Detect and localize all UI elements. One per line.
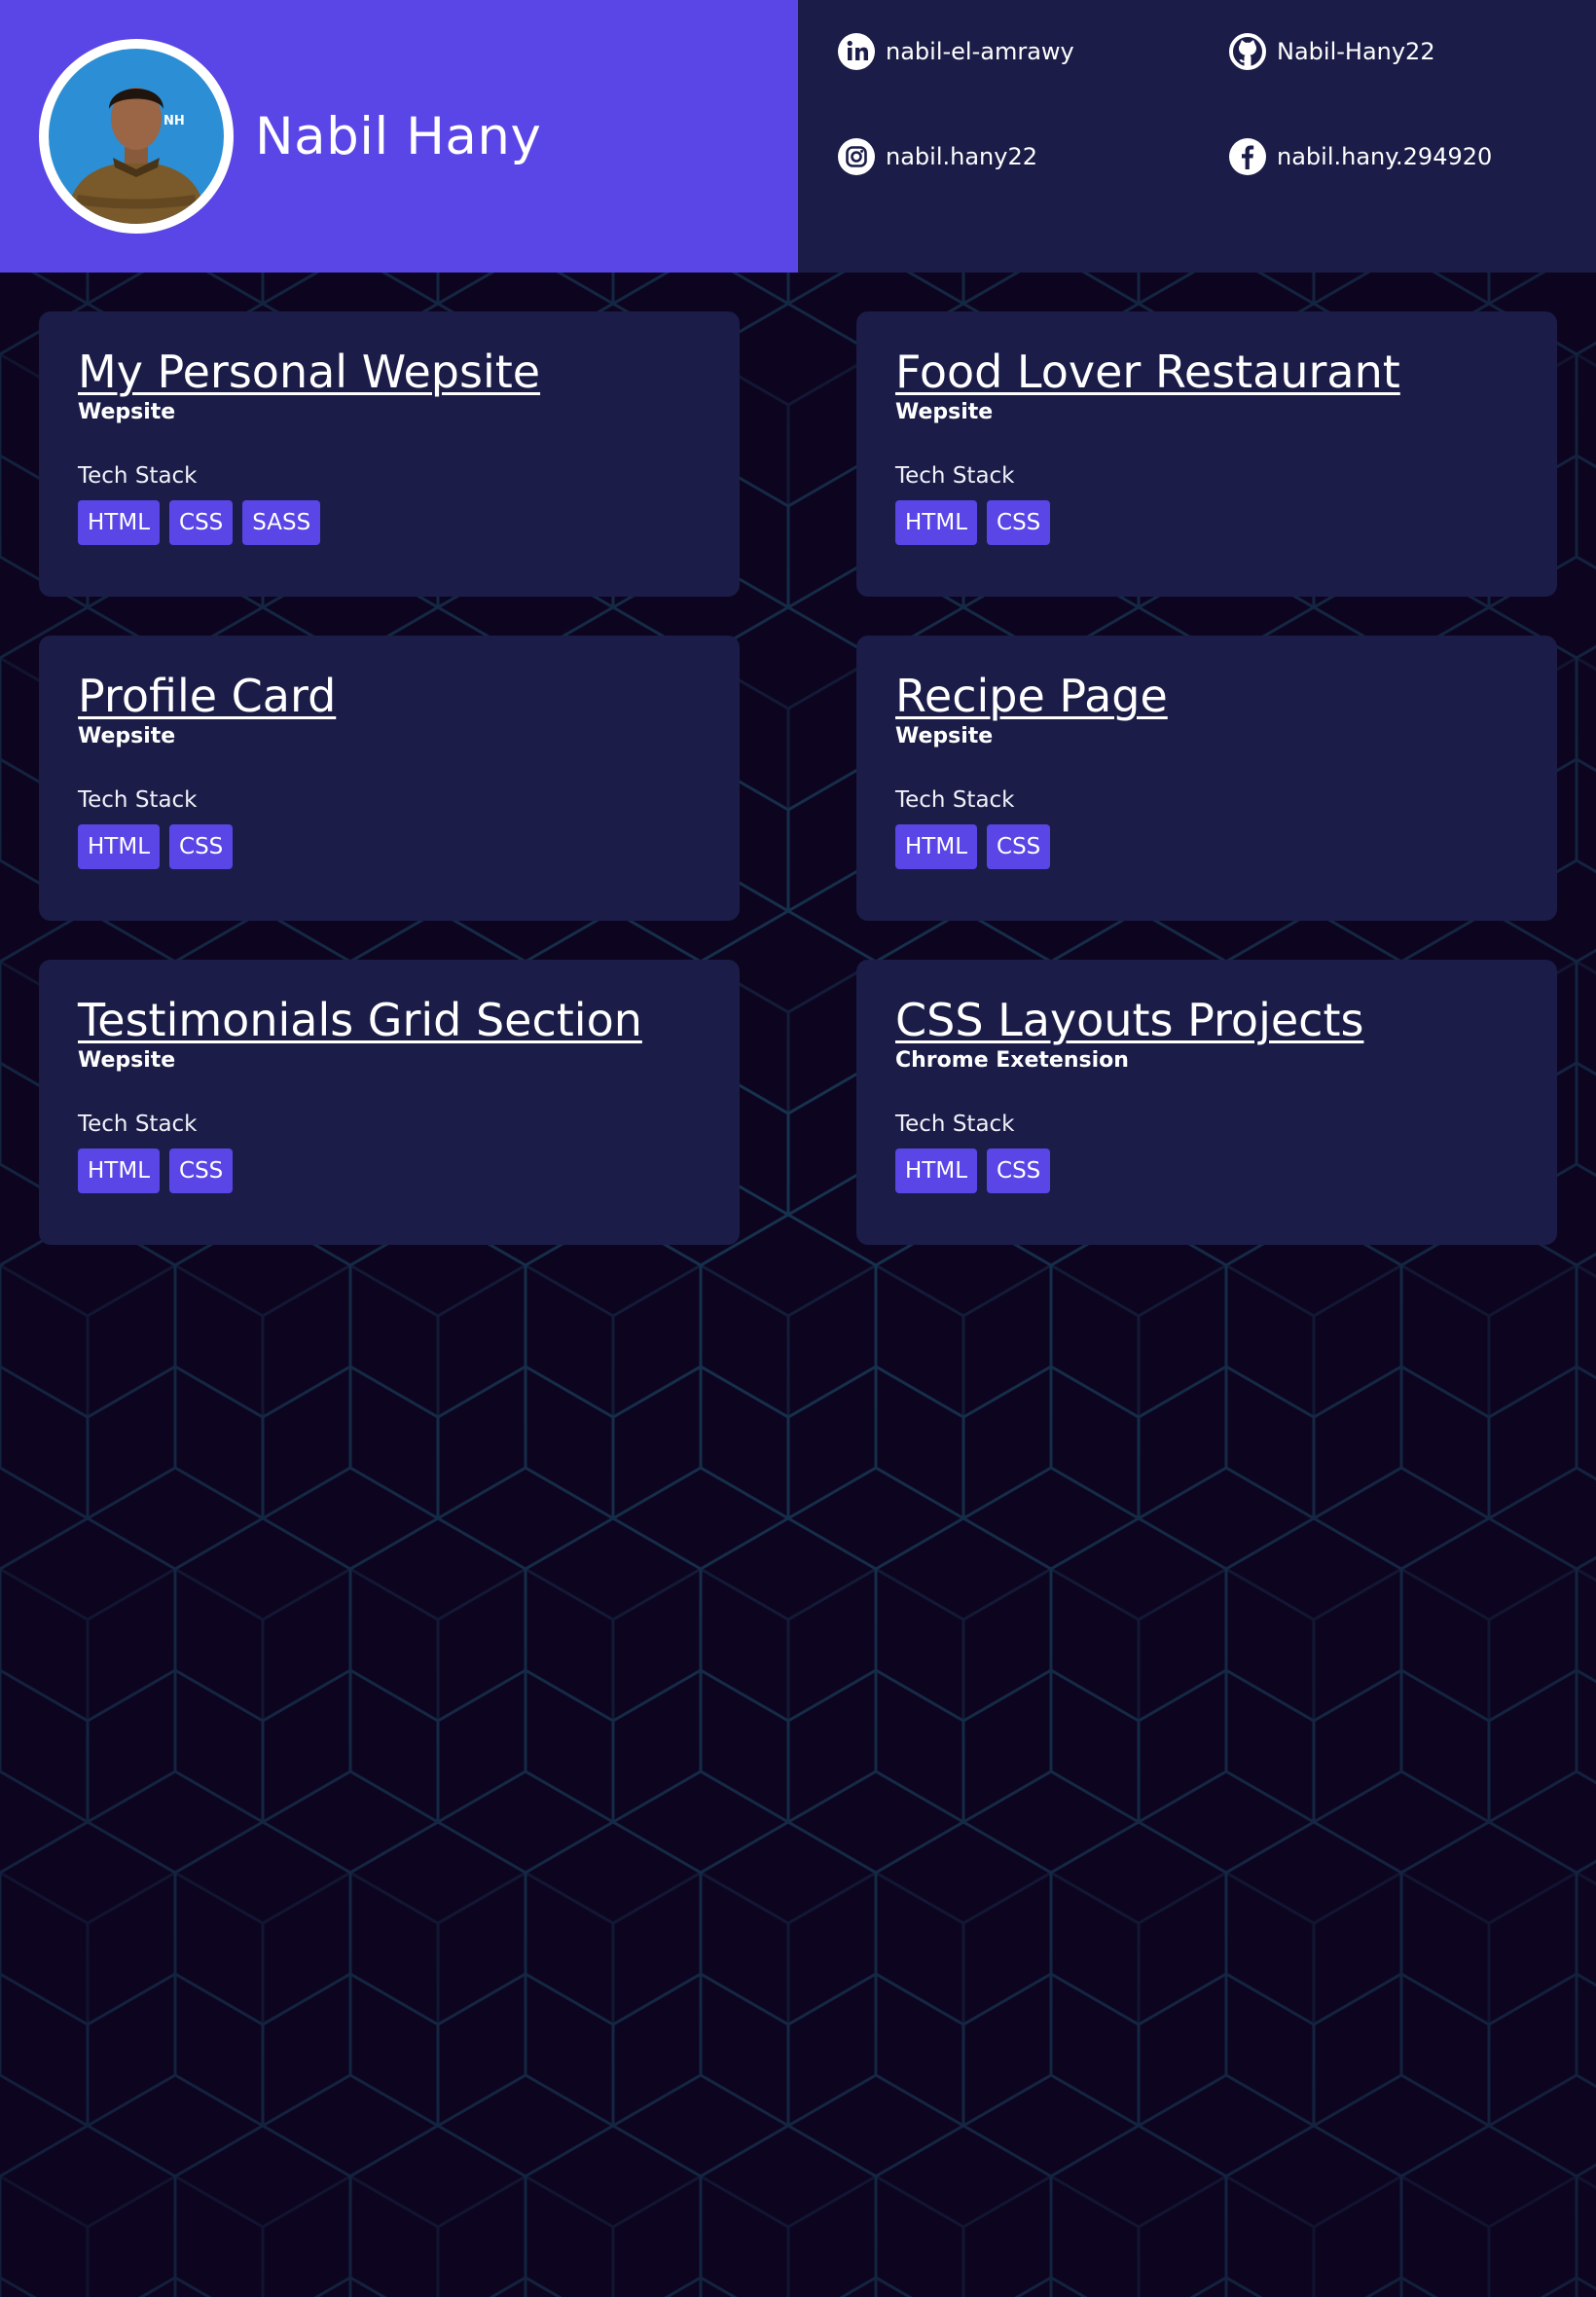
tech-stack-tags: HTML CSS [895,823,1518,869]
tech-stack-label: Tech Stack [895,1111,1015,1137]
facebook-icon [1228,137,1267,176]
linkedin-icon [837,32,876,71]
tech-stack-tags: HTML CSS [895,1148,1518,1193]
tech-tag: HTML [78,823,161,869]
tech-tag: HTML [895,499,978,545]
project-type: Chrome Exetension [895,1047,1129,1073]
project-title-link[interactable]: Food Lover Restaurant [895,346,1400,398]
tech-tag: HTML [895,823,978,869]
project-type: Wepsite [78,399,176,424]
project-title-link[interactable]: CSS Layouts Projects [895,995,1363,1046]
tech-tag: CSS [169,823,234,869]
tech-stack-label: Tech Stack [78,462,198,489]
project-card: Profile Card Wepsite Tech Stack HTML CSS [39,636,740,921]
tech-tag: HTML [895,1148,978,1193]
project-type: Wepsite [895,399,994,424]
project-title-link[interactable]: Profile Card [78,671,336,722]
tech-tag: CSS [169,499,234,545]
tech-tag: SASS [242,499,321,545]
linkedin-label: nabil-el-amrawy [886,38,1074,65]
avatar-frame: NH [39,39,234,234]
social-links: nabil-el-amrawy Nabil-Hany22 nabil.hany2… [798,0,1596,273]
tech-tag: HTML [78,499,161,545]
project-title-link[interactable]: Recipe Page [895,671,1168,722]
tech-tag: CSS [987,1148,1051,1193]
avatar: NH [49,49,224,224]
profile-panel: NH Nabil Hany [0,0,798,273]
projects-grid: My Personal Wepsite Wepsite Tech Stack H… [39,311,1557,1245]
tech-tag: CSS [987,823,1051,869]
project-card: Food Lover Restaurant Wepsite Tech Stack… [856,311,1557,597]
project-type: Wepsite [78,1047,176,1073]
github-link[interactable]: Nabil-Hany22 [1228,0,1596,104]
tech-tag: CSS [169,1148,234,1193]
project-type: Wepsite [895,723,994,748]
instagram-link[interactable]: nabil.hany22 [837,104,1228,209]
facebook-link[interactable]: nabil.hany.294920 [1228,104,1596,209]
project-card: Testimonials Grid Section Wepsite Tech S… [39,960,740,1245]
tech-stack-tags: HTML CSS [78,823,701,869]
tech-stack-label: Tech Stack [895,462,1015,489]
tech-stack-tags: HTML CSS [78,1148,701,1193]
tech-stack-label: Tech Stack [78,1111,198,1137]
profile-name: Nabil Hany [255,106,542,166]
github-icon [1228,32,1267,71]
instagram-label: nabil.hany22 [886,143,1037,170]
facebook-label: nabil.hany.294920 [1277,143,1493,170]
project-type: Wepsite [78,723,176,748]
tech-stack-label: Tech Stack [78,786,198,813]
project-card: My Personal Wepsite Wepsite Tech Stack H… [39,311,740,597]
instagram-icon [837,137,876,176]
avatar-logo-mark: NH [163,114,185,128]
project-card: Recipe Page Wepsite Tech Stack HTML CSS [856,636,1557,921]
project-title-link[interactable]: My Personal Wepsite [78,346,540,398]
profile-header: NH Nabil Hany nabil-el-amrawy Nabil-Hany… [0,0,1596,273]
project-title-link[interactable]: Testimonials Grid Section [78,995,642,1046]
tech-tag: HTML [78,1148,161,1193]
tech-stack-label: Tech Stack [895,786,1015,813]
tech-stack-tags: HTML CSS [895,499,1518,545]
project-card: CSS Layouts Projects Chrome Exetension T… [856,960,1557,1245]
github-label: Nabil-Hany22 [1277,38,1435,65]
tech-tag: CSS [987,499,1051,545]
tech-stack-tags: HTML CSS SASS [78,499,701,545]
linkedin-link[interactable]: nabil-el-amrawy [837,0,1228,104]
